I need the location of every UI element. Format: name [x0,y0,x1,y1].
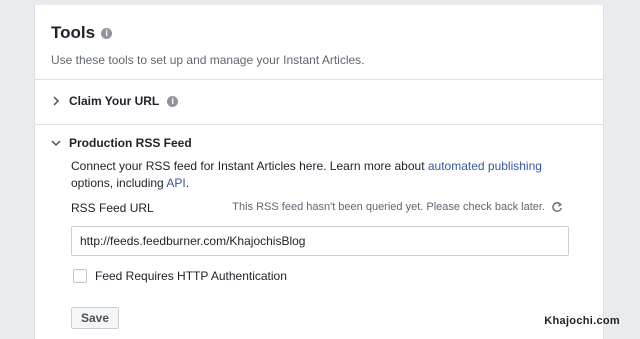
chevron-right-icon [53,96,60,106]
section-claim-url-label: Claim Your URL [69,94,160,108]
divider [35,124,603,125]
tools-panel: Tools i Use these tools to set up and ma… [34,5,604,339]
title-row: Tools i [51,23,587,43]
info-icon[interactable]: i [167,95,179,107]
api-link[interactable]: API [166,176,185,190]
rss-feed-url-input[interactable] [71,226,569,256]
http-auth-checkbox[interactable] [73,269,87,283]
section-rss-feed[interactable]: Production RSS Feed [51,136,192,150]
page-subtitle: Use these tools to set up and manage you… [51,53,365,67]
description-text: options, including [71,176,167,190]
automated-publishing-link[interactable]: automated publishing [428,159,542,173]
description-text: Connect your RSS feed for Instant Articl… [71,159,428,173]
rss-feed-url-label: RSS Feed URL [71,201,154,215]
section-claim-url[interactable]: Claim Your URL i [51,94,179,108]
watermark: Khajochi.com [544,315,620,327]
feed-status: This RSS feed hasn't been queried yet. P… [232,201,563,213]
chevron-down-icon [51,140,61,147]
info-icon[interactable]: i [101,27,113,39]
http-auth-checkbox-row[interactable]: Feed Requires HTTP Authentication [73,269,287,283]
tools-header: Tools i Use these tools to set up and ma… [51,23,587,67]
page-title: Tools [51,23,96,42]
section-rss-feed-label: Production RSS Feed [69,136,192,150]
divider [35,79,603,80]
refresh-icon[interactable] [551,201,563,213]
rss-feed-description: Connect your RSS feed for Instant Articl… [71,158,571,192]
save-button[interactable]: Save [71,307,120,329]
description-text: . [185,176,190,190]
feed-status-text: This RSS feed hasn't been queried yet. P… [232,201,545,213]
http-auth-checkbox-label: Feed Requires HTTP Authentication [95,269,287,283]
